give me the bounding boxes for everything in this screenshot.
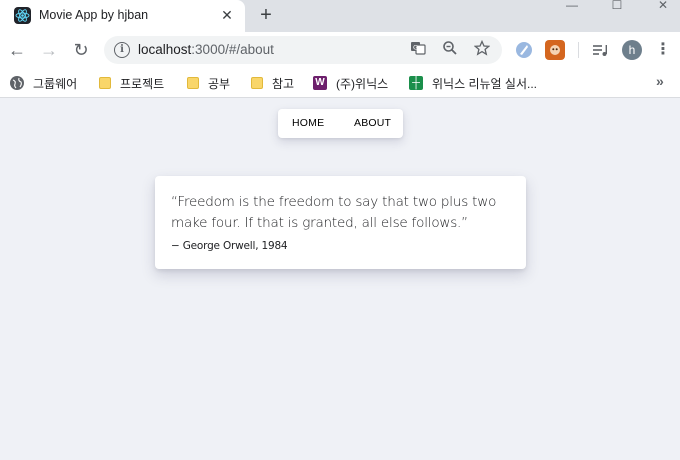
tab-close-icon[interactable]: ✕ — [218, 6, 236, 24]
quote-author: − George Orwell, 1984 — [171, 240, 288, 252]
browser-menu-icon[interactable]: ⋮ — [655, 38, 671, 62]
site-info-icon[interactable]: i — [114, 42, 130, 58]
bookmarks-bar: 그룹웨어 프로젝트 공부 참고 W (주)위닉스 ┼ 위닉스 리뉴얼 실서...… — [0, 68, 680, 98]
folder-icon — [99, 77, 111, 89]
profile-avatar[interactable]: h — [622, 40, 642, 60]
folder-icon — [187, 77, 199, 89]
bookmark-label: 참고 — [272, 76, 295, 91]
bookmark-project[interactable]: 프로젝트 — [99, 74, 164, 92]
url-host: localhost — [138, 42, 192, 57]
bookmarks-overflow-icon[interactable]: » — [656, 73, 664, 89]
extension-1-icon[interactable] — [514, 40, 534, 60]
translate-icon[interactable]: G — [408, 40, 428, 60]
window-close-button[interactable]: ✕ — [648, 0, 678, 14]
url-path: :3000/#/about — [191, 42, 274, 57]
media-control-icon[interactable] — [590, 40, 610, 60]
sheets-icon: ┼ — [409, 76, 423, 90]
quote-text: “Freedom is the freedom to say that two … — [171, 194, 497, 231]
zoom-icon[interactable] — [440, 40, 460, 60]
page-nav: HOME ABOUT — [278, 109, 403, 138]
tab-strip: Movie App by hjban ✕ + — ☐ ✕ — [0, 0, 680, 32]
address-bar[interactable]: i localhost:3000/#/about G — [104, 36, 502, 64]
bookmark-star-icon[interactable] — [472, 39, 492, 60]
winix-logo-icon: W — [313, 76, 327, 90]
bookmark-reference[interactable]: 참고 — [251, 74, 294, 92]
globe-icon — [10, 76, 24, 90]
window-minimize-button[interactable]: — — [557, 0, 587, 14]
browser-toolbar: ← → ↻ i localhost:3000/#/about G h ⋮ — [0, 32, 680, 68]
nav-link-about[interactable]: ABOUT — [354, 117, 391, 129]
extension-2-icon[interactable] — [545, 40, 565, 60]
bookmark-winix[interactable]: W (주)위닉스 — [313, 74, 388, 92]
bookmark-groupware[interactable]: 그룹웨어 — [10, 74, 77, 92]
bookmark-label: 위닉스 리뉴얼 실서... — [432, 76, 537, 91]
bookmark-label: 그룹웨어 — [33, 76, 78, 91]
window-maximize-button[interactable]: ☐ — [602, 0, 632, 14]
new-tab-button[interactable]: + — [255, 4, 277, 26]
folder-icon — [251, 77, 263, 89]
url-text[interactable]: localhost:3000/#/about — [138, 42, 274, 57]
about-quote-card: “Freedom is the freedom to say that two … — [155, 176, 526, 269]
toolbar-divider — [578, 42, 579, 58]
forward-button[interactable]: → — [37, 38, 61, 62]
react-logo-icon — [14, 7, 31, 24]
svg-text:G: G — [413, 44, 418, 52]
bookmark-winix-renewal[interactable]: ┼ 위닉스 리뉴얼 실서... — [409, 74, 537, 92]
bookmark-label: 공부 — [208, 76, 231, 91]
tab-title: Movie App by hjban — [39, 8, 149, 22]
nav-link-home[interactable]: HOME — [292, 117, 324, 129]
back-button[interactable]: ← — [5, 38, 29, 62]
bookmark-label: 프로젝트 — [120, 76, 165, 91]
bookmark-study[interactable]: 공부 — [187, 74, 230, 92]
browser-tab[interactable]: Movie App by hjban ✕ — [0, 0, 245, 32]
bookmark-label: (주)위닉스 — [336, 76, 389, 91]
reload-button[interactable]: ↻ — [69, 38, 93, 62]
